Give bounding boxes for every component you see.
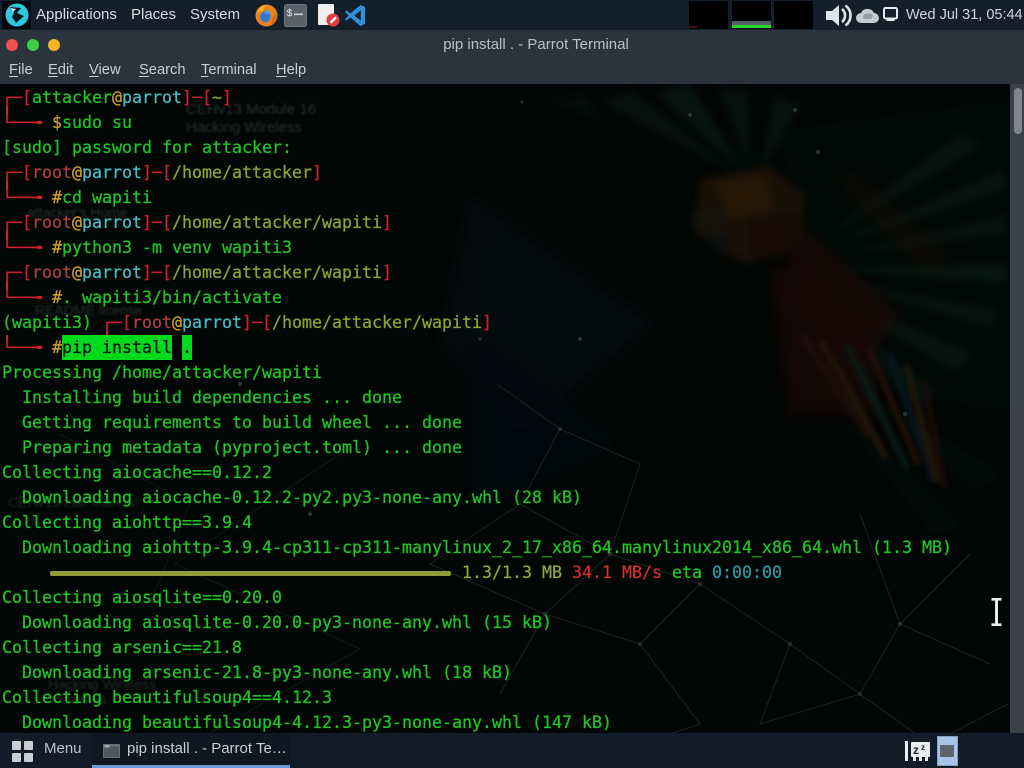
svg-text:z: z: [913, 743, 919, 757]
svg-text:z: z: [921, 743, 925, 752]
svg-text:$: $: [287, 8, 293, 20]
